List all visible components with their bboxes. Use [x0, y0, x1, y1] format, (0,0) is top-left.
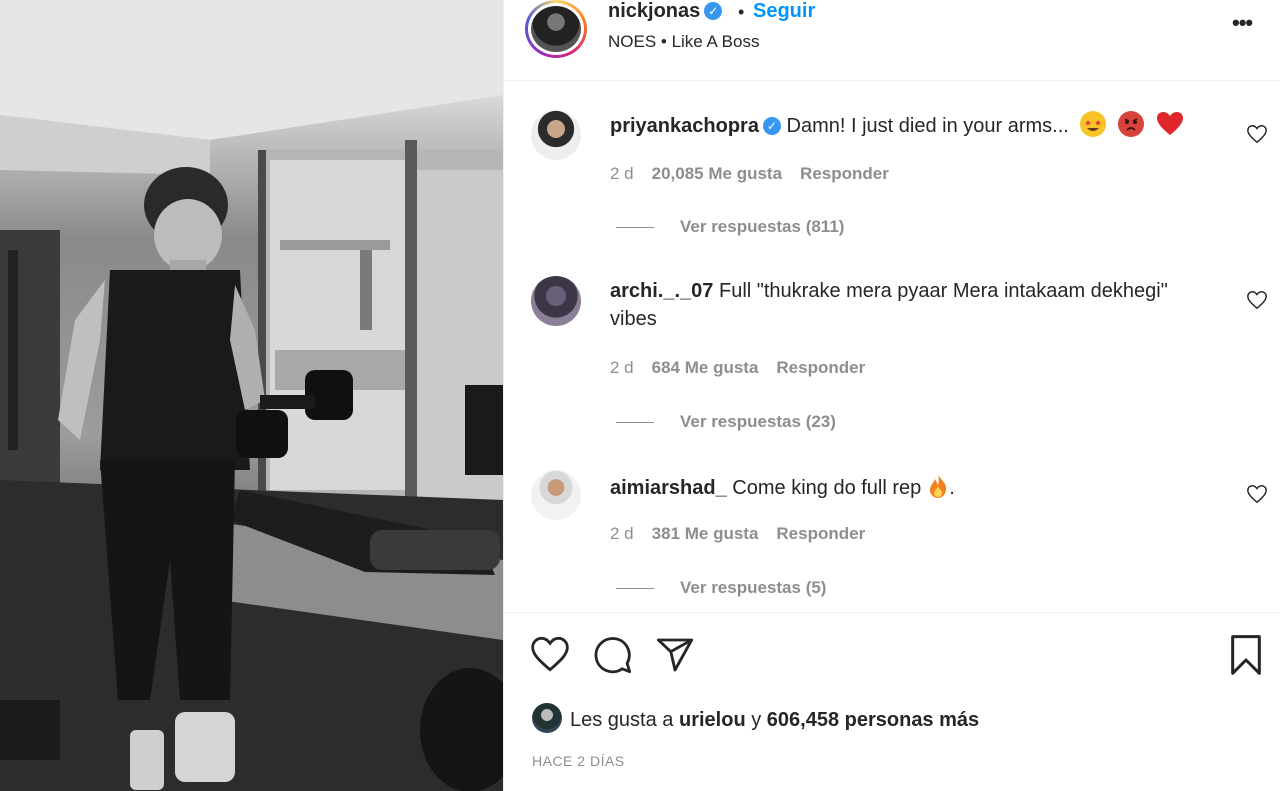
- commenter-username[interactable]: aimiarshad_: [610, 477, 727, 499]
- likes-count[interactable]: 606,458 personas más: [767, 709, 979, 731]
- like-icon[interactable]: [530, 635, 570, 678]
- view-replies-button[interactable]: Ver respuestas (5): [616, 578, 826, 598]
- liker-username[interactable]: urielou: [679, 709, 746, 731]
- author-username[interactable]: nickjonas ✓: [608, 0, 723, 23]
- replies-divider: [616, 588, 654, 590]
- view-replies-button[interactable]: Ver respuestas (811): [616, 217, 844, 237]
- commenter-avatar[interactable]: [531, 110, 581, 160]
- comment-icon[interactable]: [593, 635, 633, 680]
- verified-badge-icon: ✓: [762, 117, 781, 135]
- commenter-username[interactable]: priyankachopra: [610, 115, 759, 137]
- comment-like-heart-icon[interactable]: [1246, 289, 1268, 311]
- view-replies-button[interactable]: Ver respuestas (23): [616, 412, 836, 432]
- post-header: nickjonas ✓ • Seguir NOES • Like A Boss •…: [504, 0, 1280, 81]
- author-avatar[interactable]: [525, 0, 587, 58]
- commenter-username[interactable]: archi._._07: [610, 280, 713, 302]
- comment-body: priyankachopra ✓ Damn! I just died in you…: [610, 111, 1210, 140]
- post-actions: Les gusta a urielou y 606,458 personas m…: [504, 612, 1280, 791]
- comment-age[interactable]: 2 d: [610, 164, 634, 183]
- comment-body: aimiarshad_ Come king do full rep .: [610, 473, 1210, 502]
- comment-text: Damn! I just died in your arms...: [786, 115, 1069, 137]
- gym-video-frame: [0, 0, 503, 791]
- share-icon[interactable]: [655, 635, 695, 680]
- post-media[interactable]: [0, 0, 503, 791]
- angry-face-emoji: [1117, 111, 1144, 137]
- comment-like-heart-icon[interactable]: [1246, 123, 1268, 145]
- follow-button[interactable]: Seguir: [753, 0, 815, 23]
- comment-meta: 2 d 684 Me gusta Responder: [610, 358, 883, 378]
- post-side-panel: nickjonas ✓ • Seguir NOES • Like A Boss •…: [503, 0, 1280, 791]
- replies-divider: [616, 227, 654, 229]
- post-timestamp[interactable]: HACE 2 DÍAS: [532, 753, 625, 769]
- replies-divider: [616, 422, 654, 424]
- verified-badge-icon: ✓: [704, 2, 723, 20]
- comment-meta: 2 d 381 Me gusta Responder: [610, 524, 883, 544]
- comment-text-suffix: .: [949, 477, 955, 499]
- comment-likes[interactable]: 381 Me gusta: [652, 524, 759, 543]
- audio-label[interactable]: NOES • Like A Boss: [608, 32, 759, 52]
- reply-button[interactable]: Responder: [776, 358, 865, 377]
- likes-summary[interactable]: Les gusta a urielou y 606,458 personas m…: [532, 703, 979, 733]
- comment-meta: 2 d 20,085 Me gusta Responder: [610, 164, 907, 184]
- comment-like-heart-icon[interactable]: [1246, 483, 1268, 505]
- commenter-avatar[interactable]: [531, 276, 581, 326]
- comment-text: Come king do full rep: [732, 477, 922, 499]
- save-icon[interactable]: [1228, 635, 1264, 680]
- comment-likes[interactable]: 684 Me gusta: [652, 358, 759, 377]
- reply-button[interactable]: Responder: [776, 524, 865, 543]
- more-options-icon[interactable]: •••: [1232, 10, 1253, 36]
- comment-age[interactable]: 2 d: [610, 524, 634, 543]
- comment-age[interactable]: 2 d: [610, 358, 634, 377]
- separator-dot: •: [738, 2, 745, 22]
- reply-button[interactable]: Responder: [800, 164, 889, 183]
- commenter-avatar[interactable]: [531, 470, 581, 520]
- fire-emoji: [927, 473, 949, 499]
- red-heart-emoji: [1156, 111, 1184, 137]
- comment-body: archi._._07 Full "thukrake mera pyaar Me…: [610, 277, 1210, 333]
- liker-avatar[interactable]: [532, 703, 562, 733]
- comment-likes[interactable]: 20,085 Me gusta: [652, 164, 782, 183]
- star-struck-emoji: [1080, 111, 1107, 137]
